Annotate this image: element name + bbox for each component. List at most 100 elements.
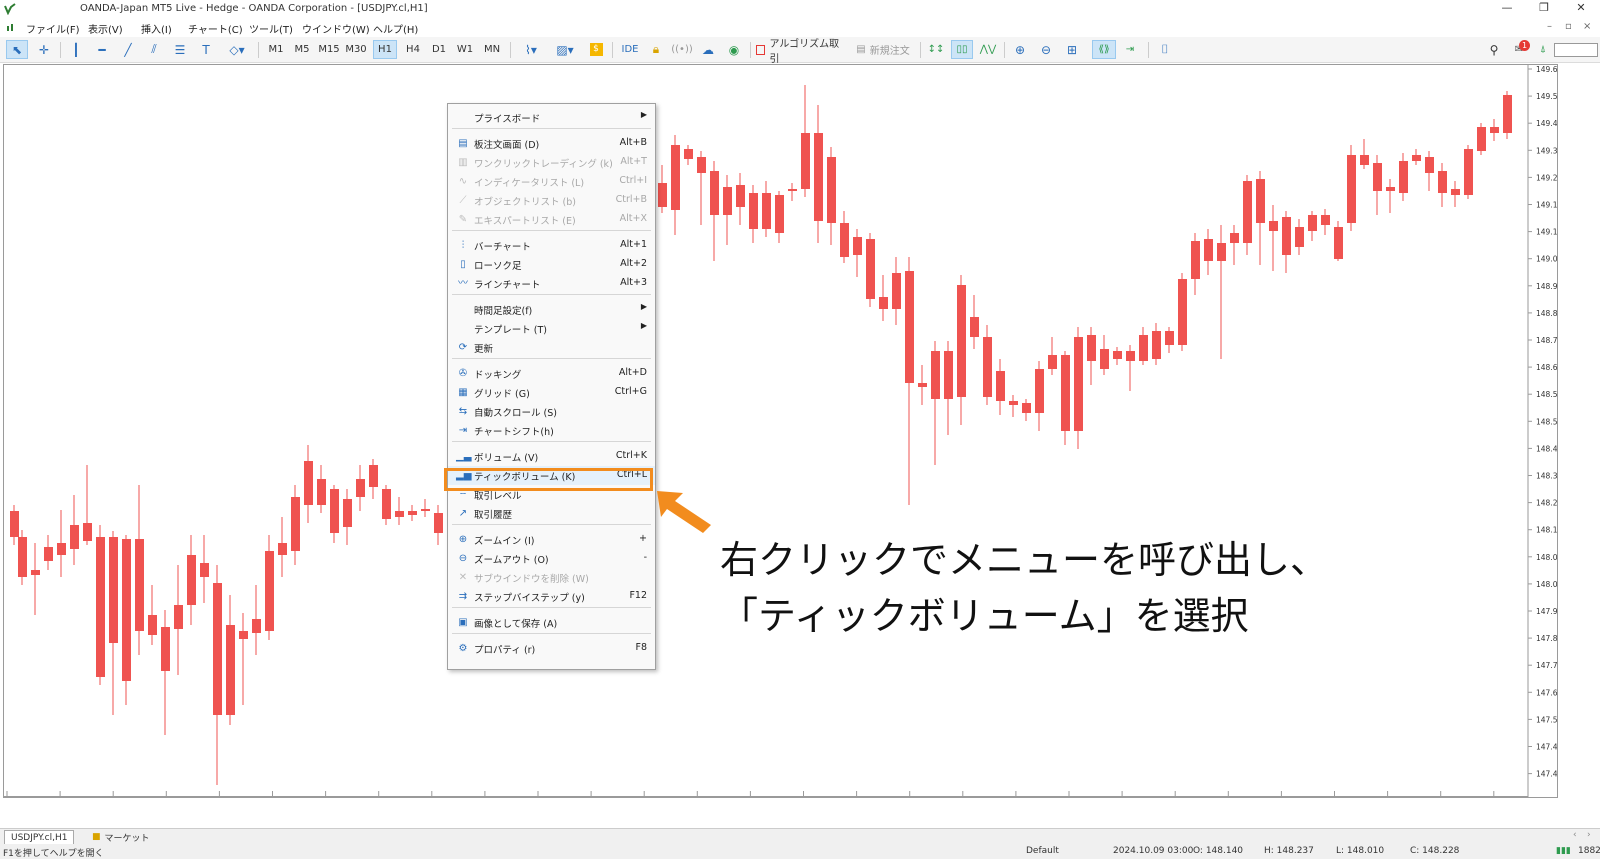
close-button[interactable]: ✕ [1571, 1, 1591, 14]
vertical-line-button[interactable]: ┃ [66, 40, 86, 59]
mdi-close-icon[interactable]: × [1583, 21, 1591, 32]
fibonacci-button[interactable]: ☰ [170, 40, 190, 59]
candle-chart-button[interactable]: ▯▯ [951, 40, 973, 59]
indicators-button[interactable]: ▨▾ [550, 40, 580, 59]
signal-button[interactable]: ((•)) [671, 40, 693, 59]
tab-usdjpy[interactable]: USDJPY.cl,H1 [4, 830, 75, 845]
tab-scroll-right-icon[interactable]: › [1587, 830, 1591, 840]
line-chart-button[interactable]: ⋀⋁ [978, 40, 998, 59]
menu-file[interactable]: ファイル(F) [26, 21, 80, 36]
price-axis-label: 149.360 [1536, 146, 1557, 155]
lock-button[interactable]: 🔒︎ [646, 40, 666, 59]
volume-icon: ▁▃ [456, 451, 472, 462]
search-button[interactable]: ⚲ [1484, 40, 1504, 59]
ide-button[interactable]: IDE [618, 40, 642, 59]
candle-body [1282, 217, 1291, 255]
chart-area[interactable]: 149.615 149.530 149.446 149.360 149.275 149.1… [3, 64, 1567, 809]
timeframe-h1-button[interactable]: H1 [373, 40, 397, 59]
trendline-button[interactable]: ╱ [118, 40, 138, 59]
timeframe-m30-button[interactable]: M30 [344, 40, 368, 59]
price-axis-label: 149.615 [1536, 65, 1557, 74]
candle-body [148, 615, 157, 635]
context-menu-item-15[interactable]: ⇆ 自動スクロール (S) [448, 402, 655, 421]
quick-search-input[interactable] [1554, 43, 1598, 57]
mdi-minimize-icon[interactable]: – [1547, 21, 1552, 32]
context-menu-item-9[interactable]: 〰ラインチャート Alt+3 [448, 274, 655, 293]
timeframe-m15-button[interactable]: M15 [317, 40, 341, 59]
candle-body [1438, 171, 1447, 193]
new-order-button[interactable]: ▤ 新規注文 [852, 40, 914, 59]
candle-body [736, 185, 745, 207]
menu-tools[interactable]: ツール(T) [249, 21, 293, 36]
candle-body [252, 619, 261, 633]
context-menu-item-16[interactable]: ⇥ チャートシフト(h) [448, 421, 655, 440]
candle-body [944, 351, 953, 399]
context-menu-item-1[interactable]: プライスボード ▶ [448, 108, 655, 127]
context-menu-item-20[interactable]: ↗ 取引履歴 [448, 504, 655, 523]
candle-body [434, 513, 443, 533]
price-chart[interactable]: 149.615 149.530 149.446 149.360 149.275 149.1… [4, 65, 1567, 809]
context-menu-item-11[interactable]: テンプレート (T) ▶ [448, 319, 655, 338]
context-menu-item-14[interactable]: ▦ グリッド (G) Ctrl+G [448, 383, 655, 402]
menu-window[interactable]: ウインドウ(W) [302, 21, 370, 36]
channel-icon: ⫽ [151, 42, 157, 56]
bar-chart-button[interactable]: ↕↕ [926, 40, 946, 59]
price-axis-label: 147.660 [1536, 688, 1557, 697]
menu-insert[interactable]: 挿入(I) [141, 21, 172, 36]
market-button[interactable]: ◉ [724, 40, 744, 59]
horizontal-line-button[interactable]: ━ [92, 40, 112, 59]
timeframe-h4-button[interactable]: H4 [402, 40, 424, 59]
timeframe-d1-button[interactable]: D1 [428, 40, 450, 59]
chart-shift-button[interactable]: ⇥ [1120, 40, 1140, 59]
menu-view[interactable]: 表示(V) [88, 21, 123, 36]
notifications-button[interactable]: ✉ 1 [1508, 40, 1530, 59]
menu-help[interactable]: ヘルプ(H) [373, 21, 418, 36]
dollar-button[interactable]: $ [586, 40, 606, 59]
context-menu-item-22[interactable]: ⊖ ズームアウト (O) - [448, 549, 655, 568]
context-menu-item-2[interactable]: ▤ 板注文画面 (D) Alt+B [448, 134, 655, 153]
menu-chart[interactable]: チャート(C) [188, 21, 243, 36]
screenshot-button[interactable]: ⌷ [1154, 40, 1176, 59]
grid-button[interactable]: ⊞ [1062, 40, 1082, 59]
text-tool-button[interactable]: T [196, 40, 216, 59]
algo-trading-button[interactable]: アルゴリズム取引 [756, 39, 844, 65]
indicator-icon: ∿ [458, 176, 468, 187]
context-menu-item-13[interactable]: ✇ ドッキング Alt+D [448, 364, 655, 383]
minimize-button[interactable]: — [1497, 1, 1517, 14]
timeframe-mn-button[interactable]: MN [480, 40, 504, 59]
autoscroll-button[interactable]: ⟪⟫ [1092, 40, 1116, 59]
context-menu-shortcut: Alt+D [618, 367, 647, 378]
chart-type-button[interactable]: ⌇▾ [517, 40, 545, 59]
context-menu-item-12[interactable]: ⟳ 更新 [448, 338, 655, 357]
context-menu-item-10[interactable]: 時間足設定(f) ▶ [448, 300, 655, 319]
timeframe-w1-button[interactable]: W1 [454, 40, 476, 59]
cursor-tool-button[interactable]: ⬉ [6, 40, 28, 59]
context-menu-item-7[interactable]: ⫶ バーチャート Alt+1 [448, 236, 655, 255]
price-axis-label: 149.275 [1536, 173, 1557, 182]
tab-market[interactable]: ■ マーケット [86, 830, 156, 844]
shapes-button[interactable]: ◇▾ [222, 40, 252, 59]
price-axis-label: 148.765 [1536, 336, 1557, 345]
delete-subwindow-icon: ✕ [458, 572, 468, 583]
context-menu-item-8[interactable]: ▯ ローソク足 Alt+2 [448, 255, 655, 274]
context-menu-label: ステップバイステップ (y) [474, 593, 585, 604]
zoom-out-button[interactable]: ⊖ [1036, 40, 1056, 59]
context-menu-item-21[interactable]: ⊕ ズームイン (I) + [448, 530, 655, 549]
candle-body [1126, 351, 1135, 361]
candle-body [1425, 157, 1434, 173]
tab-scroll-left-icon[interactable]: ‹ [1573, 830, 1577, 840]
channel-button[interactable]: ⫽ [144, 40, 164, 59]
context-menu-item-25[interactable]: ▣ 画像として保存 (A) [448, 613, 655, 632]
timeframe-m5-button[interactable]: M5 [291, 40, 313, 59]
maximize-button[interactable]: ❐ [1534, 1, 1554, 14]
context-menu-item-26[interactable]: ⚙ プロパティ (r) F8 [448, 639, 655, 658]
cloud-button[interactable]: ☁ [698, 40, 718, 59]
zoom-in-button[interactable]: ⊕ [1010, 40, 1030, 59]
context-menu-item-17[interactable]: ▁▃ ボリューム (V) Ctrl+K [448, 447, 655, 466]
signal-strength-button[interactable]: ⍋ [1535, 40, 1551, 59]
crosshair-button[interactable]: ✛ [34, 40, 54, 59]
context-menu-item-24[interactable]: ⇉ ステップバイステップ (y) F12 [448, 587, 655, 606]
context-menu-label: ワンクリックトレーディング (k) [474, 159, 613, 170]
timeframe-m1-button[interactable]: M1 [265, 40, 287, 59]
mdi-restore-icon[interactable]: ▫ [1565, 21, 1572, 32]
